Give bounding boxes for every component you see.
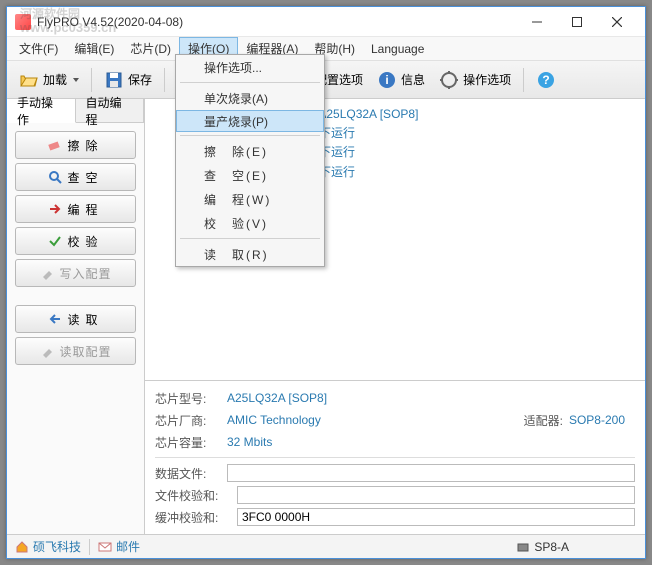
toolbar-separator: [164, 68, 165, 92]
tab-auto[interactable]: 自动编程: [76, 99, 145, 122]
info-model-label: 芯片型号:: [155, 390, 221, 407]
status-separator: [89, 539, 90, 555]
toolbar-separator: [91, 68, 92, 92]
options-icon: [439, 70, 459, 90]
dd-separator: [180, 82, 320, 83]
menu-file[interactable]: 文件(F): [11, 37, 66, 60]
op-program-label: 编程: [67, 201, 103, 218]
left-tabs: 手动操作 自动编程: [7, 99, 144, 123]
toolbar-load-label: 加载: [43, 71, 67, 88]
programmer-icon: [516, 540, 530, 554]
wrench-icon: [39, 343, 55, 359]
eraser-icon: [47, 137, 63, 153]
op-read-label: 读取: [67, 311, 103, 328]
dd-read[interactable]: 读 取(R): [176, 242, 324, 266]
search-icon: [47, 169, 63, 185]
close-button[interactable]: [597, 8, 637, 36]
info-capacity-value: 32 Mbits: [227, 435, 272, 449]
menu-edit[interactable]: 编辑(E): [66, 37, 122, 60]
help-icon: ?: [536, 70, 556, 90]
op-read-button[interactable]: 读取: [15, 305, 136, 333]
toolbar-options-button[interactable]: 操作选项: [433, 67, 517, 93]
info-bufcheck-input[interactable]: [237, 508, 635, 526]
maximize-button[interactable]: [557, 8, 597, 36]
window-title: FlyPRO V4.52(2020-04-08): [37, 15, 517, 29]
info-adapter-value: SOP8-200: [569, 413, 625, 427]
menu-language[interactable]: Language: [363, 37, 432, 60]
op-readcfg-button[interactable]: 读取配置: [15, 337, 136, 365]
op-blank-label: 查空: [67, 169, 103, 186]
info-vendor-value: AMIC Technology: [227, 413, 321, 427]
titlebar: FlyPRO V4.52(2020-04-08): [7, 7, 645, 37]
toolbar-options-label: 操作选项: [463, 71, 511, 88]
op-erase-button[interactable]: 擦除: [15, 131, 136, 159]
wrench-icon: [39, 265, 55, 281]
info-filecheck-label: 文件校验和:: [155, 487, 231, 504]
op-program-button[interactable]: 编程: [15, 195, 136, 223]
op-writecfg-label: 写入配置: [59, 265, 111, 282]
toolbar-info-label: 信息: [401, 71, 425, 88]
status-mail-link[interactable]: 邮件: [98, 538, 140, 555]
dd-separator: [180, 238, 320, 239]
dd-mass[interactable]: 量产烧录(P): [176, 110, 324, 132]
main-window: FlyPRO V4.52(2020-04-08) 文件(F) 编辑(E) 芯片(…: [6, 6, 646, 559]
op-blank-button[interactable]: 查空: [15, 163, 136, 191]
info-adapter-label: 适配器:: [524, 412, 563, 429]
info-datafile-label: 数据文件:: [155, 465, 221, 482]
info-model-value: A25LQ32A [SOP8]: [227, 391, 327, 405]
op-verify-label: 校验: [67, 233, 103, 250]
dd-single[interactable]: 单次烧录(A): [176, 86, 324, 110]
arrow-left-icon: [47, 311, 63, 327]
op-verify-button[interactable]: 校验: [15, 227, 136, 255]
toolbar-info-button[interactable]: i 信息: [371, 67, 431, 93]
save-icon: [104, 70, 124, 90]
tab-manual[interactable]: 手动操作: [7, 99, 76, 123]
home-icon: [15, 540, 29, 554]
dd-erase[interactable]: 擦 除(E): [176, 139, 324, 163]
info-vendor-label: 芯片厂商:: [155, 412, 221, 429]
svg-text:?: ?: [542, 73, 549, 87]
statusbar: 硕飞科技 邮件 SP8-A: [7, 534, 645, 558]
op-erase-label: 擦除: [67, 137, 103, 154]
toolbar-save-button[interactable]: 保存: [98, 67, 158, 93]
status-mail-label: 邮件: [116, 538, 140, 555]
toolbar-help-button[interactable]: ?: [530, 67, 562, 93]
app-icon: [15, 14, 31, 30]
dd-blank[interactable]: 查 空(E): [176, 163, 324, 187]
info-bufcheck-label: 缓冲校验和:: [155, 509, 231, 526]
status-company-label: 硕飞科技: [33, 538, 81, 555]
info-icon: i: [377, 70, 397, 90]
toolbar-load-button[interactable]: 加载: [13, 67, 85, 93]
dd-options[interactable]: 操作选项...: [176, 55, 324, 79]
svg-text:i: i: [385, 73, 388, 87]
dd-program[interactable]: 编 程(W): [176, 187, 324, 211]
menu-chip[interactable]: 芯片(D): [122, 37, 179, 60]
status-programmer: SP8-A: [516, 540, 569, 554]
caret-icon: [73, 78, 79, 82]
toolbar-save-label: 保存: [128, 71, 152, 88]
arrow-right-icon: [47, 201, 63, 217]
info-filecheck-input[interactable]: [237, 486, 635, 504]
status-programmer-label: SP8-A: [534, 540, 569, 554]
info-panel: 芯片型号: A25LQ32A [SOP8] 芯片厂商: AMIC Technol…: [145, 380, 645, 534]
check-icon: [47, 233, 63, 249]
status-company-link[interactable]: 硕飞科技: [15, 538, 81, 555]
dd-verify[interactable]: 校 验(V): [176, 211, 324, 235]
menubar: 文件(F) 编辑(E) 芯片(D) 操作(O) 编程器(A) 帮助(H) Lan…: [7, 37, 645, 61]
operate-dropdown: 操作选项... 单次烧录(A) 量产烧录(P) 擦 除(E) 查 空(E) 编 …: [175, 54, 325, 267]
info-capacity-label: 芯片容量:: [155, 434, 221, 451]
op-writecfg-button[interactable]: 写入配置: [15, 259, 136, 287]
folder-open-icon: [19, 70, 39, 90]
op-readcfg-label: 读取配置: [59, 343, 111, 360]
toolbar-separator: [523, 68, 524, 92]
minimize-button[interactable]: [517, 8, 557, 36]
dd-separator: [180, 135, 320, 136]
mail-icon: [98, 540, 112, 554]
info-datafile-input[interactable]: [227, 464, 635, 482]
left-panel: 手动操作 自动编程 擦除 查空 编程 校验: [7, 99, 145, 534]
log-chip-link[interactable]: A25LQ32A [SOP8]: [318, 107, 418, 121]
